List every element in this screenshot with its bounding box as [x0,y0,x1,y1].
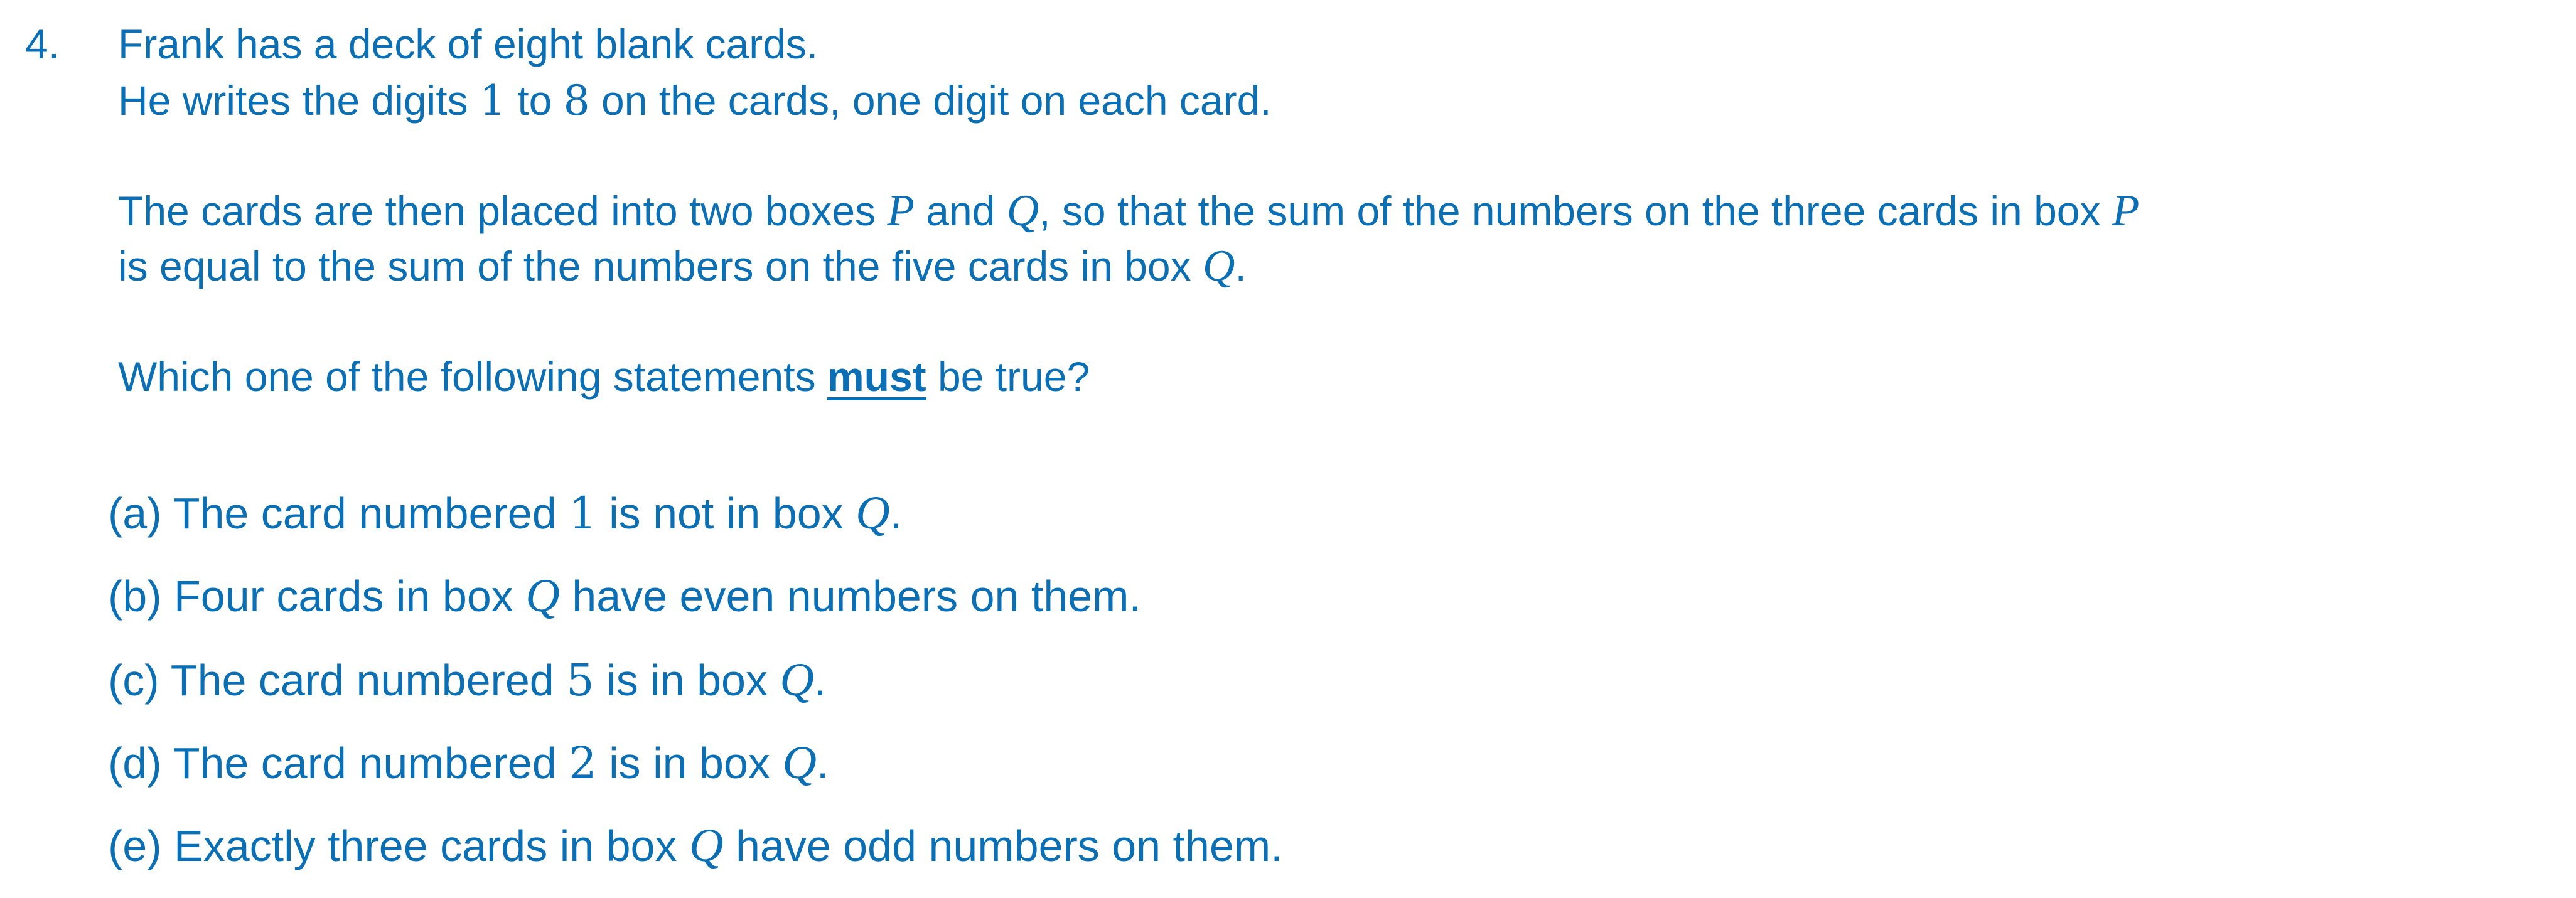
question-line-1: Frank has a deck of eight blank cards. [118,21,818,67]
question-line-3: The cards are then placed into two boxes… [118,186,2140,235]
math-box-q: Q [1202,241,1235,291]
math-digit-8: 8 [563,77,590,125]
emphasis-must: must [827,353,926,400]
option-d[interactable]: (d) The card numbered 2 is in box Q. [108,737,829,789]
question-page: 4. Frank has a deck of eight blank cards… [0,0,2576,898]
option-c[interactable]: (c) The card numbered 5 is in box Q. [108,654,826,707]
option-a[interactable]: (a) The card numbered 1 is not in box Q. [108,487,902,540]
math-digit-1: 1 [479,77,506,125]
math-box-p: P [2112,186,2140,235]
option-e[interactable]: (e) Exactly three cards in box Q have od… [108,820,1283,872]
question-number: 4. [25,21,60,67]
option-b[interactable]: (b) Four cards in box Q have even number… [108,570,1141,623]
question-prompt: Which one of the following statements mu… [118,353,1090,400]
math-box-p: P [887,186,915,235]
question-line-4: is equal to the sum of the numbers on th… [118,241,1247,291]
math-box-q: Q [1006,186,1039,235]
question-line-2: He writes the digits 1 to 8 on the cards… [118,77,1272,125]
